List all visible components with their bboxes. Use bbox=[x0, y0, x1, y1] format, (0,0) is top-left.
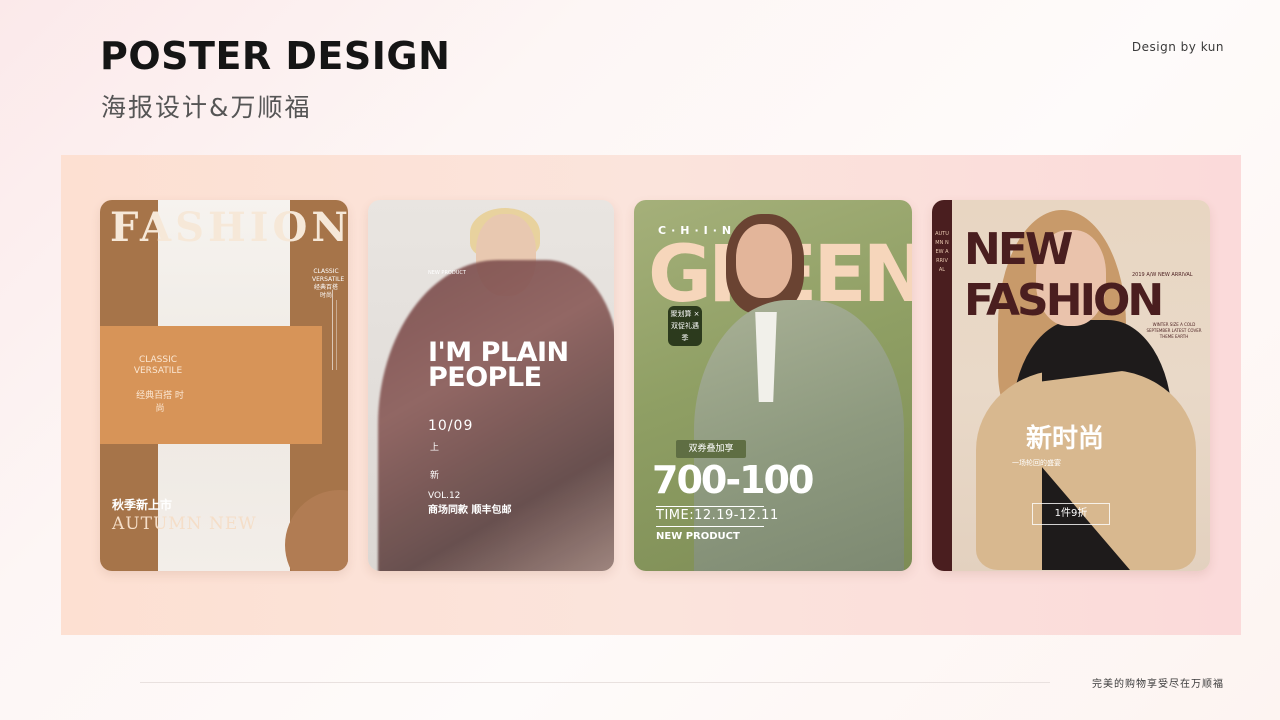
poster-shang: 上 bbox=[430, 443, 440, 453]
designer-credit: Design by kun bbox=[1131, 40, 1224, 54]
page-subtitle: 海报设计&万顺福 bbox=[101, 93, 312, 122]
poster-tag-cn: 经典百搭 时尚 bbox=[136, 391, 184, 414]
poster-date: 10/09 bbox=[428, 418, 474, 434]
page-title: POSTER DESIGN bbox=[100, 34, 451, 78]
poster-divider bbox=[336, 300, 337, 370]
sidebar-text: AUTUMN NEW ARRIVAL bbox=[935, 231, 949, 273]
poster-fashion[interactable]: FASHION CLASSIC VERSATILE 经典百搭 时尚 CLASSI… bbox=[100, 200, 348, 571]
poster-time: TIME:12.19-12.11 bbox=[656, 508, 779, 523]
poster-divider bbox=[656, 526, 764, 527]
model-face bbox=[736, 224, 792, 298]
poster-green[interactable]: C·H·I·N GREEN 聚划算 × 双促礼遇季 双券叠加享 700-100 … bbox=[634, 200, 912, 571]
poster-small-tag: CLASSIC VERSATILE 经典百搭 时尚 bbox=[312, 268, 345, 299]
poster-divider bbox=[332, 290, 333, 370]
poster-small-label: NEW PRODUCT bbox=[428, 270, 466, 276]
poster-sub-tag: 双券叠加享 bbox=[676, 440, 746, 458]
poster-new-fashion[interactable]: NEW FASHION 2019 A/W NEW ARRIVAL WINTER … bbox=[932, 200, 1210, 571]
model-coat bbox=[378, 260, 614, 571]
poster-xin: 新 bbox=[430, 471, 440, 481]
poster-headline: FASHION bbox=[110, 204, 348, 251]
poster-divider bbox=[656, 506, 764, 507]
poster-new-product: NEW PRODUCT bbox=[656, 531, 740, 542]
poster-bottom-en: AUTUMN NEW bbox=[112, 514, 257, 534]
poster-tagline: 商场同款 顺丰包邮 bbox=[428, 505, 512, 516]
poster-price: 700-100 bbox=[652, 458, 814, 502]
poster-circle-decoration bbox=[285, 490, 348, 571]
poster-arrival: 2019 A/W NEW ARRIVAL bbox=[1132, 272, 1193, 278]
poster-big-cn: 新时尚 bbox=[1026, 424, 1105, 454]
poster-tag-en: CLASSIC VERSATILE bbox=[133, 355, 183, 376]
poster-sidebar: AUTUMN NEW ARRIVAL bbox=[932, 200, 952, 571]
poster-vol: VOL.12 bbox=[428, 491, 461, 501]
poster-bottom-cn: 秋季新上市 bbox=[112, 498, 173, 512]
poster-color-block bbox=[100, 326, 322, 444]
footer-divider bbox=[140, 682, 1050, 683]
promo-badge: 聚划算 × 双促礼遇季 bbox=[668, 306, 702, 346]
footer-slogan: 完美的购物享受尽在万顺福 bbox=[1092, 679, 1224, 690]
discount-button[interactable]: 1件9折 bbox=[1032, 503, 1110, 525]
poster-small-cn: 一场轮回的盛宴 bbox=[1012, 459, 1061, 467]
poster-desc: WINTER SIZE A COLD SEPTEMBER LATEST COVE… bbox=[1146, 322, 1202, 339]
poster-plain-people[interactable]: NEW PRODUCT I'M PLAIN PEOPLE 10/09 上 新 V… bbox=[368, 200, 614, 571]
poster-headline: I'M PLAIN PEOPLE bbox=[428, 337, 569, 393]
